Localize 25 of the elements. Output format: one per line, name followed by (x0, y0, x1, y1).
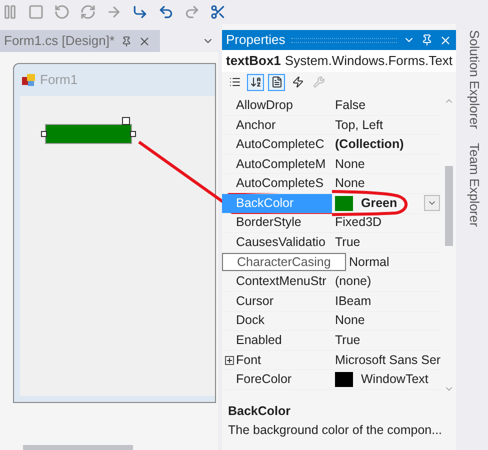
description-title: BackColor (228, 403, 292, 420)
step-into-icon[interactable] (132, 4, 148, 20)
dropdown-button[interactable] (424, 195, 440, 212)
pin-icon[interactable] (120, 36, 132, 46)
scissors-icon[interactable] (210, 4, 226, 20)
object-selector[interactable]: textBox1 System.Windows.Forms.Text (222, 50, 456, 72)
step-over-icon[interactable] (158, 4, 174, 20)
sort-az-icon[interactable] (247, 74, 264, 90)
scrollbar-thumb[interactable] (445, 166, 453, 246)
scrollbar-thumb[interactable] (23, 444, 133, 450)
form-icon (22, 73, 36, 87)
form-title: Form1 (40, 71, 78, 90)
expand-icon[interactable] (224, 356, 234, 365)
description-text: The background color of the compon... (228, 422, 444, 439)
pin-icon[interactable] (421, 34, 433, 46)
property-name[interactable]: CharacterCasing (222, 252, 346, 272)
smart-tag-icon[interactable] (122, 117, 130, 125)
side-tab[interactable]: Team Explorer (464, 143, 484, 227)
properties-icon[interactable] (268, 74, 285, 90)
close-icon[interactable] (138, 34, 151, 48)
panel-title: Properties (226, 31, 286, 50)
resize-handle[interactable] (130, 131, 136, 137)
resize-handle[interactable] (41, 131, 47, 137)
close-icon[interactable] (439, 34, 452, 46)
side-tab[interactable]: Solution Explorer (464, 30, 484, 129)
